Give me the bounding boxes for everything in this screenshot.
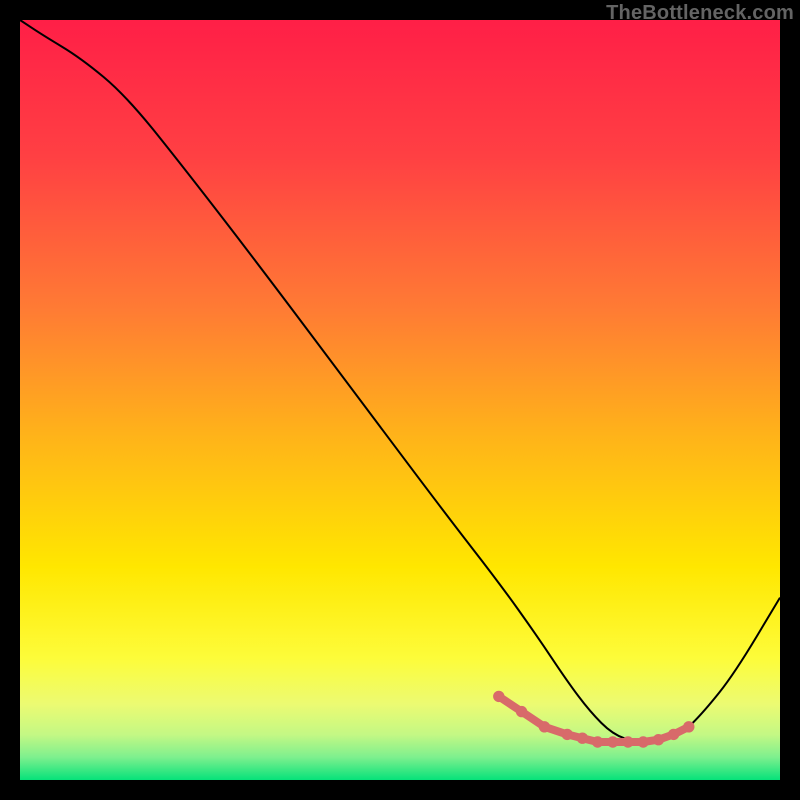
chart-svg [20,20,780,780]
watermark-text: TheBottleneck.com [606,2,794,25]
chart-plot-area [20,20,780,780]
chart-stage: TheBottleneck.com [0,0,800,800]
gradient-background [20,20,780,780]
